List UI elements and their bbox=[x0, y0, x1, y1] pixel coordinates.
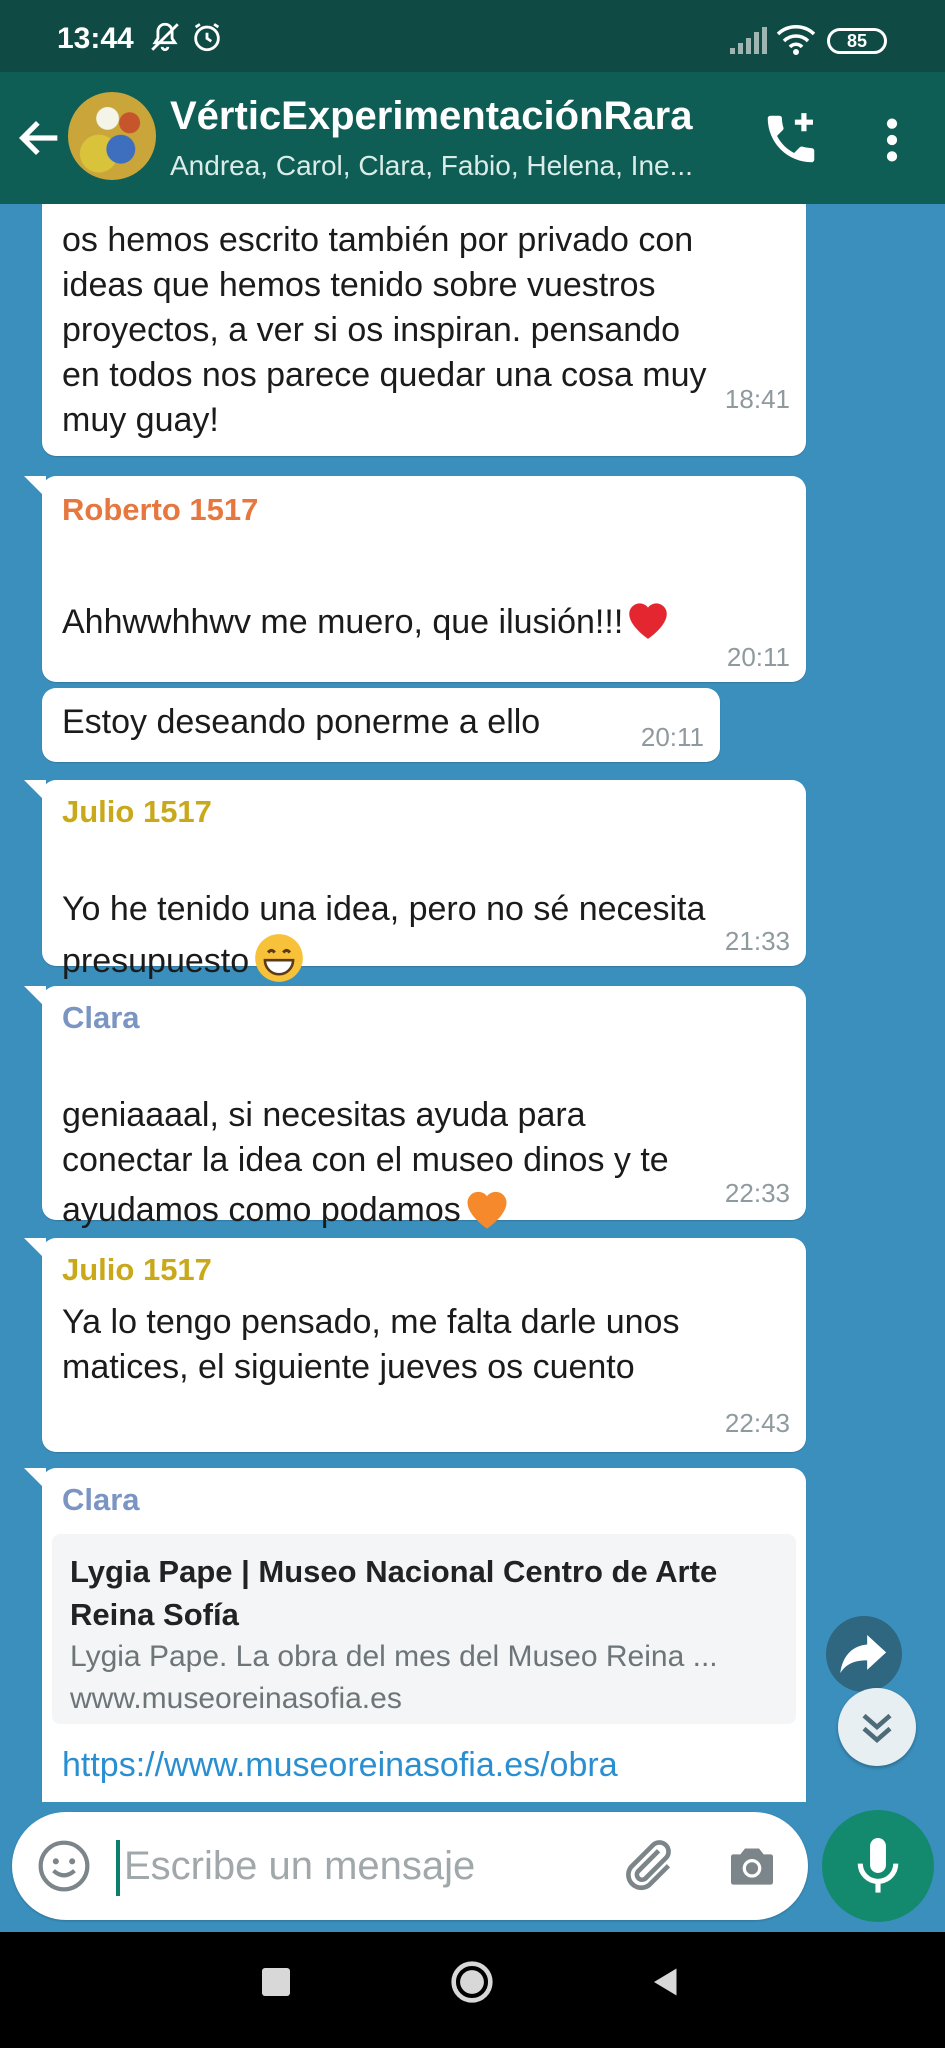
group-name[interactable]: VérticExperimentaciónRara bbox=[170, 94, 692, 139]
message-time: 20:11 bbox=[640, 722, 704, 752]
link-preview-description: Lygia Pape. La obra del mes del Museo Re… bbox=[70, 1640, 718, 1673]
message-time: 22:33 bbox=[724, 1178, 790, 1208]
link-preview[interactable]: Lygia Pape | Museo Nacional Centro de Ar… bbox=[52, 1534, 796, 1724]
alarm-icon bbox=[194, 23, 220, 52]
text-cursor bbox=[116, 1840, 120, 1896]
voice-message-button[interactable] bbox=[822, 1810, 934, 1922]
message-text: geniaaaal, si necesitas ayuda para conec… bbox=[62, 1048, 669, 1233]
message-bubble[interactable]: Clara Lygia Pape | Museo Nacional Centro… bbox=[24, 1468, 806, 1802]
microphone-icon bbox=[857, 1838, 899, 1893]
message-text: Ya lo tengo pensado, me falta darle unos… bbox=[62, 1303, 680, 1386]
battery-indicator: 85 bbox=[827, 28, 887, 54]
message-sender: Clara bbox=[62, 1000, 140, 1035]
message-sender: Roberto 1517 bbox=[62, 492, 259, 527]
forward-button[interactable] bbox=[826, 1616, 902, 1692]
forward-icon bbox=[840, 1635, 887, 1673]
more-options-icon[interactable] bbox=[868, 112, 916, 168]
back-arrow-icon[interactable] bbox=[14, 112, 66, 164]
signal-icon bbox=[730, 27, 767, 54]
scroll-to-bottom-button[interactable] bbox=[838, 1688, 916, 1766]
link-preview-domain: www.museoreinasofia.es bbox=[70, 1682, 402, 1715]
emoji-icon[interactable] bbox=[36, 1838, 92, 1894]
message-bubble[interactable]: Clara geniaaaal, si necesitas ayuda para… bbox=[24, 986, 806, 1229]
message-bubble[interactable]: Roberto 1517 Ahhwwhhwv me muero, que ilu… bbox=[24, 476, 806, 744]
recent-apps-button[interactable] bbox=[262, 1968, 290, 1996]
chat-header: VérticExperimentaciónRara Andrea, Carol,… bbox=[0, 72, 945, 204]
group-members[interactable]: Andrea, Carol, Clara, Fabio, Helena, Ine… bbox=[170, 150, 740, 182]
wifi-icon bbox=[776, 25, 816, 55]
message-text-content: geniaaaal, si necesitas ayuda para conec… bbox=[62, 1096, 669, 1229]
message-bubble[interactable]: Julio 1517 Yo he tenido una idea, pero n… bbox=[24, 780, 806, 982]
link-preview-title: Lygia Pape | Museo Nacional Centro de Ar… bbox=[70, 1554, 718, 1632]
double-chevron-down-icon bbox=[862, 1713, 892, 1744]
message-sender: Julio 1517 bbox=[62, 794, 212, 829]
message-bubble[interactable]: os hemos escrito también por privado con… bbox=[42, 204, 806, 456]
message-text: Estoy deseando ponerme a ello bbox=[62, 703, 541, 741]
message-text: Yo he tenido una idea, pero no sé necesi… bbox=[62, 842, 705, 984]
notifications-muted-icon bbox=[151, 22, 179, 52]
message-sender: Julio 1517 bbox=[62, 1252, 212, 1287]
message-bubble[interactable]: Julio 1517 Ya lo tengo pensado, me falta… bbox=[24, 1238, 806, 1452]
message-text-content: Ahhwwhhwv me muero, que ilusión!!! bbox=[62, 603, 624, 641]
status-time: 13:44 bbox=[57, 22, 134, 55]
message-link[interactable]: https://www.museoreinasofia.es/obra bbox=[62, 1742, 618, 1788]
system-back-button[interactable] bbox=[648, 1964, 684, 2000]
message-time: 18:41 bbox=[724, 384, 790, 414]
message-text-content: Yo he tenido una idea, pero no sé necesi… bbox=[62, 890, 706, 980]
status-bar: 13:44 85 bbox=[0, 0, 945, 72]
message-text: os hemos escrito también por privado con… bbox=[62, 221, 707, 439]
message-time: 20:11 bbox=[726, 642, 790, 672]
message-time: 21:33 bbox=[724, 926, 790, 956]
attach-icon[interactable] bbox=[616, 1834, 678, 1896]
message-bubble[interactable]: Estoy deseando ponerme a ello 20:11 bbox=[42, 688, 720, 762]
message-sender: Clara bbox=[62, 1482, 140, 1517]
camera-icon[interactable] bbox=[724, 1838, 780, 1894]
group-avatar[interactable] bbox=[68, 92, 156, 180]
message-list[interactable]: os hemos escrito también por privado con… bbox=[0, 204, 945, 1802]
message-time: 22:43 bbox=[724, 1408, 790, 1438]
grinning-face-icon bbox=[255, 934, 303, 982]
orange-heart-icon bbox=[467, 1191, 507, 1229]
add-call-icon[interactable] bbox=[760, 108, 822, 170]
red-heart-icon bbox=[629, 603, 668, 639]
message-input[interactable] bbox=[124, 1836, 604, 1896]
home-button[interactable] bbox=[450, 1960, 494, 2004]
compose-bar bbox=[12, 1812, 808, 1920]
